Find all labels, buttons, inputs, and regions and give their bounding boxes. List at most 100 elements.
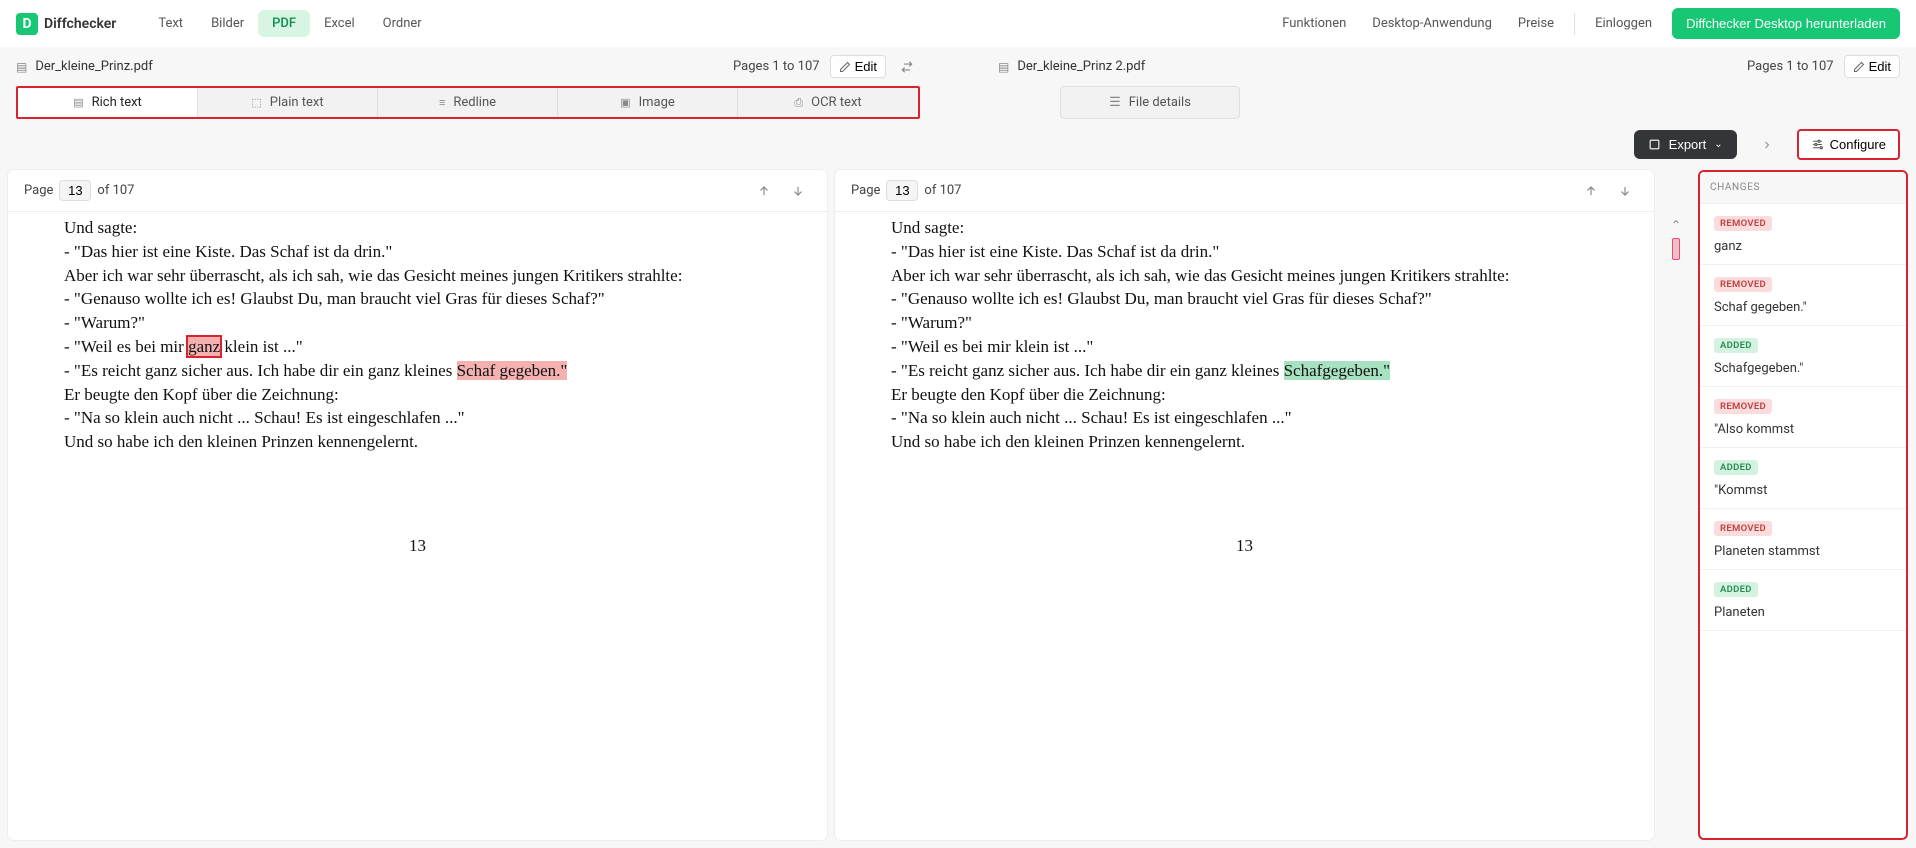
doc-line: - "Weil es bei mir klein ist ...": [891, 335, 1598, 359]
pencil-icon: [1853, 61, 1865, 73]
added-badge: ADDED: [1714, 460, 1758, 475]
page-number: 13: [64, 534, 771, 558]
right-pane: Page of 107 Und sagte:- "Das hier ist ei…: [835, 170, 1654, 840]
doc-line: Und sagte:: [64, 216, 771, 240]
added-badge: ADDED: [1714, 338, 1758, 353]
right-page-input[interactable]: [886, 180, 918, 201]
right-document-content: Und sagte:- "Das hier ist eine Kiste. Da…: [835, 212, 1654, 840]
change-item[interactable]: ADDED "Kommst: [1700, 448, 1906, 509]
left-page-input[interactable]: [59, 180, 91, 201]
arrow-up-icon: [1584, 184, 1598, 198]
changes-panel: CHANGES REMOVEDganzREMOVEDSchaf gegeben.…: [1698, 170, 1908, 840]
pencil-icon: [839, 61, 851, 73]
arrow-down-icon: [1618, 184, 1632, 198]
page-number: 13: [891, 534, 1598, 558]
edit-left-button[interactable]: Edit: [830, 55, 886, 78]
doc-line: - "Warum?": [64, 311, 771, 335]
header-link-desktop-anwendung[interactable]: Desktop-Anwendung: [1366, 12, 1498, 35]
change-text: Planeten stammst: [1714, 544, 1892, 559]
file-left-name: Der_kleine_Prinz.pdf: [35, 59, 152, 74]
swap-files-button[interactable]: [896, 55, 918, 78]
left-next-page-button[interactable]: [785, 181, 811, 201]
of-label: of 107: [97, 183, 134, 198]
swap-icon: [900, 60, 914, 74]
brand-logo[interactable]: Diffchecker: [16, 13, 116, 35]
removed-highlight: Schaf gegeben.": [457, 361, 568, 380]
changes-list: REMOVEDganzREMOVEDSchaf gegeben."ADDEDSc…: [1700, 204, 1906, 838]
right-next-page-button[interactable]: [1612, 181, 1638, 201]
view-tab-ocr-text[interactable]: ⎙ OCR text: [738, 88, 918, 117]
export-button[interactable]: Export ⌄: [1634, 130, 1737, 159]
file-right: ▤ Der_kleine_Prinz 2.pdf Pages 1 to 107 …: [998, 55, 1900, 78]
nav-item-bilder[interactable]: Bilder: [197, 10, 258, 37]
changes-title: CHANGES: [1710, 178, 1896, 199]
left-pane: Page of 107 Und sagte:- "Das hier ist ei…: [8, 170, 827, 840]
doc-line: - "Na so klein auch nicht ... Schau! Es …: [891, 406, 1598, 430]
doc-line: - "Genauso wollte ich es! Glaubst Du, ma…: [64, 287, 771, 311]
left-document-content: Und sagte:- "Das hier ist eine Kiste. Da…: [8, 212, 827, 840]
configure-button[interactable]: Configure: [1797, 129, 1900, 160]
right-pane-header: Page of 107: [835, 170, 1654, 212]
file-right-name: Der_kleine_Prinz 2.pdf: [1017, 59, 1145, 74]
download-desktop-button[interactable]: Diffchecker Desktop herunterladen: [1672, 8, 1900, 39]
view-tab-label: OCR text: [811, 95, 862, 110]
diff-scroll-indicator[interactable]: ⌃: [1662, 170, 1690, 840]
file-left-pages: Pages 1 to 107: [733, 59, 820, 74]
doc-line: Aber ich war sehr überrascht, als ich sa…: [64, 264, 771, 288]
header-link-preise[interactable]: Preise: [1512, 12, 1560, 35]
edit-left-label: Edit: [855, 59, 877, 74]
doc-line: - "Es reicht ganz sicher aus. Ich habe d…: [891, 359, 1598, 383]
view-tab-rich-text[interactable]: ▤Rich text: [18, 88, 198, 117]
chevron-down-icon: ⌄: [1714, 139, 1722, 150]
nav-item-excel[interactable]: Excel: [310, 10, 369, 37]
file-details-tab[interactable]: ☰ File details: [1060, 86, 1240, 119]
main-content: Page of 107 Und sagte:- "Das hier ist ei…: [0, 170, 1916, 848]
nav-items: TextBilderPDFExcelOrdner: [144, 10, 435, 37]
image-icon: ▣: [620, 96, 630, 109]
change-text: Planeten: [1714, 605, 1892, 620]
file-right-pages: Pages 1 to 107: [1747, 59, 1834, 74]
change-text: "Kommst: [1714, 483, 1892, 498]
file-left: ▤ Der_kleine_Prinz.pdf Pages 1 to 107 Ed…: [16, 55, 918, 78]
left-prev-page-button[interactable]: [751, 181, 777, 201]
removed-badge: REMOVED: [1714, 216, 1772, 231]
doc-line: - "Na so klein auch nicht ... Schau! Es …: [64, 406, 771, 430]
view-tab-plain-text[interactable]: ⬚Plain text: [198, 88, 378, 117]
list-icon: ☰: [1109, 95, 1121, 110]
doc-line: - "Das hier ist eine Kiste. Das Schaf is…: [64, 240, 771, 264]
change-text: Schaf gegeben.": [1714, 300, 1892, 315]
view-tab-image[interactable]: ▣Image: [558, 88, 738, 117]
added-highlight: Schafgegeben.": [1284, 361, 1391, 380]
change-item[interactable]: ADDEDSchafgegeben.": [1700, 326, 1906, 387]
nav-item-pdf[interactable]: PDF: [258, 10, 310, 37]
view-tab-label: Redline: [453, 95, 496, 110]
left-pane-header: Page of 107: [8, 170, 827, 212]
change-item[interactable]: REMOVEDganz: [1700, 204, 1906, 265]
change-text: "Also kommst: [1714, 422, 1892, 437]
export-icon: [1648, 138, 1661, 151]
toolbar-next-button[interactable]: [1753, 133, 1781, 157]
ocr-text-icon: ⎙: [794, 96, 803, 110]
doc-line: Er beugte den Kopf über die Zeichnung:: [64, 383, 771, 407]
doc-line: Und so habe ich den kleinen Prinzen kenn…: [891, 430, 1598, 454]
page-label: Page: [24, 183, 53, 198]
header-divider: [1574, 13, 1575, 35]
redline-icon: ≡: [439, 96, 445, 109]
view-tab-redline[interactable]: ≡ Redline: [378, 88, 558, 117]
nav-item-text[interactable]: Text: [144, 10, 197, 37]
doc-line: Er beugte den Kopf über die Zeichnung:: [891, 383, 1598, 407]
edit-right-button[interactable]: Edit: [1844, 55, 1900, 78]
change-item[interactable]: REMOVED"Also kommst: [1700, 387, 1906, 448]
configure-label: Configure: [1830, 137, 1886, 152]
change-item[interactable]: REMOVEDSchaf gegeben.": [1700, 265, 1906, 326]
view-tab-label: Rich text: [92, 95, 142, 110]
right-prev-page-button[interactable]: [1578, 181, 1604, 201]
change-item[interactable]: REMOVEDPlaneten stammst: [1700, 509, 1906, 570]
doc-line: - "Genauso wollte ich es! Glaubst Du, ma…: [891, 287, 1598, 311]
toolbar: Export ⌄ Configure: [0, 119, 1916, 170]
view-tab-label: Plain text: [270, 95, 324, 110]
login-link[interactable]: Einloggen: [1589, 12, 1658, 35]
nav-item-ordner[interactable]: Ordner: [369, 10, 436, 37]
change-item[interactable]: ADDEDPlaneten: [1700, 570, 1906, 631]
header-link-funktionen[interactable]: Funktionen: [1276, 12, 1352, 35]
